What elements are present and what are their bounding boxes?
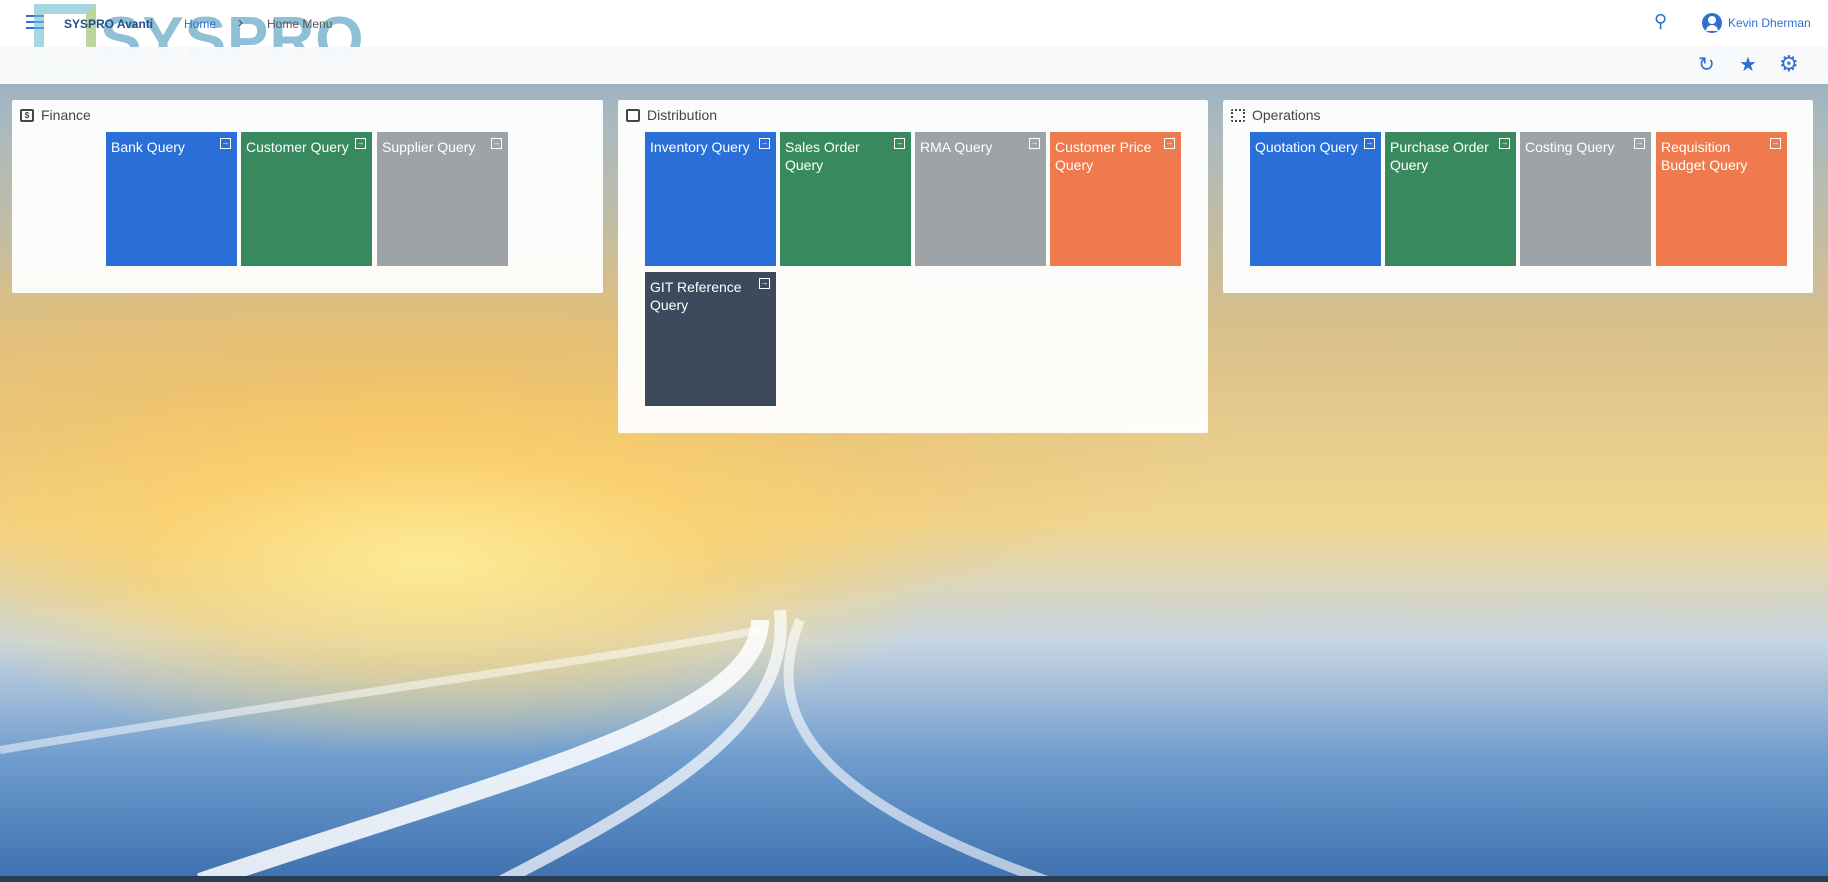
star-icon[interactable]: ★ xyxy=(1739,52,1757,77)
tile-supplier-query[interactable]: Supplier Query → xyxy=(377,132,508,266)
panel-title: Operations xyxy=(1252,107,1321,123)
open-icon: → xyxy=(1770,138,1781,149)
tile-label: Sales Order Query xyxy=(785,139,860,173)
tile-sales-order-query[interactable]: Sales Order Query → xyxy=(780,132,911,266)
tile-label: RMA Query xyxy=(920,139,993,155)
tile-bank-query[interactable]: Bank Query → xyxy=(106,132,237,266)
grid-icon xyxy=(1231,108,1245,122)
panel-title: Distribution xyxy=(647,107,718,123)
breadcrumb-home[interactable]: Home xyxy=(184,17,216,31)
open-icon: → xyxy=(1029,138,1040,149)
tile-requisition-budget-query[interactable]: Requisition Budget Query → xyxy=(1656,132,1787,266)
open-icon: → xyxy=(1499,138,1510,149)
breadcrumb-current: Home Menu xyxy=(267,17,333,31)
tile-inventory-query[interactable]: Inventory Query → xyxy=(645,132,776,266)
tile-label: GIT Reference Query xyxy=(650,279,742,313)
open-icon: → xyxy=(220,138,231,149)
tile-purchase-order-query[interactable]: Purchase Order Query → xyxy=(1385,132,1516,266)
open-icon: → xyxy=(355,138,366,149)
tile-label: Supplier Query xyxy=(382,139,476,155)
tile-label: Customer Price Query xyxy=(1055,139,1152,173)
panel-distribution: Distribution Inventory Query → Sales Orde… xyxy=(618,100,1208,433)
panel-finance: $ Finance Bank Query → Customer Query → Sup… xyxy=(12,100,603,293)
open-icon: → xyxy=(1164,138,1175,149)
brand-name[interactable]: SYSPRO Avanti xyxy=(64,17,153,31)
open-icon: → xyxy=(1364,138,1375,149)
open-icon: → xyxy=(1634,138,1645,149)
open-icon: → xyxy=(491,138,502,149)
user-name: Kevin Dherman xyxy=(1728,16,1811,30)
open-icon: → xyxy=(759,138,770,149)
tile-customer-price-query[interactable]: Customer Price Query → xyxy=(1050,132,1181,266)
refresh-icon[interactable]: ↻ xyxy=(1698,52,1715,77)
tile-costing-query[interactable]: Costing Query → xyxy=(1520,132,1651,266)
panel-operations: Operations Quotation Query → Purchase Ord… xyxy=(1223,100,1813,293)
tile-label: Costing Query xyxy=(1525,139,1615,155)
tile-label: Quotation Query xyxy=(1255,139,1358,155)
tile-label: Customer Query xyxy=(246,139,349,155)
tile-label: Requisition Budget Query xyxy=(1661,139,1748,173)
toolbar: ↻ ★ ⚙ xyxy=(0,47,1828,84)
panel-title: Finance xyxy=(41,107,91,123)
background-road xyxy=(0,609,1052,882)
bottom-edge xyxy=(0,876,1828,882)
tile-git-reference-query[interactable]: GIT Reference Query → xyxy=(645,272,776,406)
tile-label: Inventory Query xyxy=(650,139,750,155)
tile-customer-query[interactable]: Customer Query → xyxy=(241,132,372,266)
chevron-right-icon: › xyxy=(238,14,243,31)
top-bar: SYSPRO SYSPRO Avanti Home › Home Menu ⚲ … xyxy=(0,0,1828,76)
tile-label: Purchase Order Query xyxy=(1390,139,1489,173)
user-avatar-icon xyxy=(1702,13,1722,33)
tile-quotation-query[interactable]: Quotation Query → xyxy=(1250,132,1381,266)
store-icon xyxy=(626,108,640,122)
gear-icon[interactable]: ⚙ xyxy=(1779,51,1799,77)
hamburger-menu-icon[interactable] xyxy=(26,15,44,29)
search-icon[interactable]: ⚲ xyxy=(1654,11,1667,32)
dollar-icon: $ xyxy=(20,108,34,122)
open-icon: → xyxy=(894,138,905,149)
tile-rma-query[interactable]: RMA Query → xyxy=(915,132,1046,266)
tile-label: Bank Query xyxy=(111,139,185,155)
user-menu[interactable]: Kevin Dherman xyxy=(1702,13,1811,33)
open-icon: → xyxy=(759,278,770,289)
